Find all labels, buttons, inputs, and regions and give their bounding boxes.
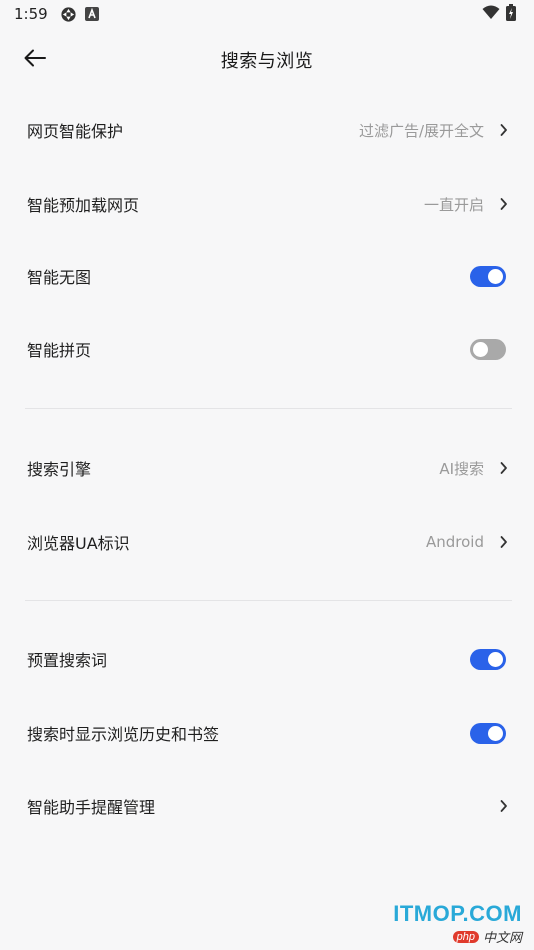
setting-label: 智能无图 xyxy=(27,268,92,287)
setting-right: Android xyxy=(426,533,508,551)
watermark-sub: php 中文网 xyxy=(393,927,522,946)
toggle-switch[interactable] xyxy=(470,648,506,670)
battery-icon xyxy=(506,3,516,25)
chevron-right-icon xyxy=(500,535,508,549)
chevron-right-icon xyxy=(500,197,508,211)
toggle-switch[interactable] xyxy=(470,338,506,360)
setting-label: 智能预加载网页 xyxy=(27,196,140,215)
setting-right: 过滤广告/展开全文 xyxy=(359,120,508,141)
setting-assistant[interactable]: 智能助手提醒管理 xyxy=(0,776,534,836)
watermark-php: php xyxy=(452,930,479,943)
setting-right: AI搜索 xyxy=(439,458,508,479)
setting-label: 智能助手提醒管理 xyxy=(27,798,156,817)
setting-ua[interactable]: 浏览器UA标识 Android xyxy=(0,512,534,572)
setting-label: 搜索时显示浏览历史和书签 xyxy=(27,725,220,744)
sync-icon xyxy=(60,6,77,23)
section-divider xyxy=(25,408,512,409)
setting-preset-words: 预置搜索词 xyxy=(0,629,534,689)
toggle-knob xyxy=(488,725,503,741)
setting-label: 预置搜索词 xyxy=(27,651,108,670)
setting-value: 一直开启 xyxy=(423,195,484,214)
setting-label: 智能拼页 xyxy=(27,341,92,360)
setting-page-join: 智能拼页 xyxy=(0,319,534,379)
status-right xyxy=(482,3,516,25)
toggle-switch[interactable] xyxy=(470,265,506,287)
setting-right xyxy=(500,799,508,813)
setting-search-engine[interactable]: 搜索引擎 AI搜索 xyxy=(0,438,534,498)
watermark-cn: 中文网 xyxy=(482,931,522,946)
setting-preload[interactable]: 智能预加载网页 一直开启 xyxy=(0,174,534,234)
setting-right xyxy=(470,265,508,287)
arrow-left-icon xyxy=(24,49,46,71)
status-bar: 1:59 xyxy=(0,0,534,28)
setting-show-history: 搜索时显示浏览历史和书签 xyxy=(0,703,534,763)
toggle-switch[interactable] xyxy=(470,722,506,744)
setting-value: AI搜索 xyxy=(439,459,484,478)
app-a-icon xyxy=(84,7,99,21)
page-title: 搜索与浏览 xyxy=(220,51,314,72)
chevron-right-icon xyxy=(500,461,508,475)
chevron-right-icon xyxy=(500,123,508,137)
setting-right xyxy=(470,338,508,360)
setting-label: 浏览器UA标识 xyxy=(27,534,130,553)
setting-right: 一直开启 xyxy=(424,194,508,215)
setting-label: 搜索引擎 xyxy=(27,460,92,479)
toggle-knob xyxy=(473,341,488,357)
setting-value: Android xyxy=(426,533,484,551)
back-button[interactable] xyxy=(18,44,52,76)
section-divider xyxy=(25,600,512,601)
setting-right xyxy=(470,722,508,744)
chevron-right-icon xyxy=(500,799,508,813)
watermark: ITMOP.COM php 中文网 xyxy=(393,901,522,946)
settings-screen: 1:59 搜索与浏览 网页智能保护 过滤广告/展开全文 智能预加载网页 一直开启… xyxy=(0,0,534,950)
setting-right xyxy=(470,648,508,670)
setting-no-image: 智能无图 xyxy=(0,246,534,306)
toggle-knob xyxy=(488,268,503,284)
header: 搜索与浏览 xyxy=(0,36,534,84)
setting-web-protection[interactable]: 网页智能保护 过滤广告/展开全文 xyxy=(0,100,534,160)
watermark-site: ITMOP.COM xyxy=(393,901,522,926)
setting-label: 网页智能保护 xyxy=(27,122,124,141)
setting-value: 过滤广告/展开全文 xyxy=(358,121,484,140)
status-time: 1:59 xyxy=(14,5,48,23)
wifi-icon xyxy=(482,5,500,24)
toggle-knob xyxy=(488,651,503,667)
